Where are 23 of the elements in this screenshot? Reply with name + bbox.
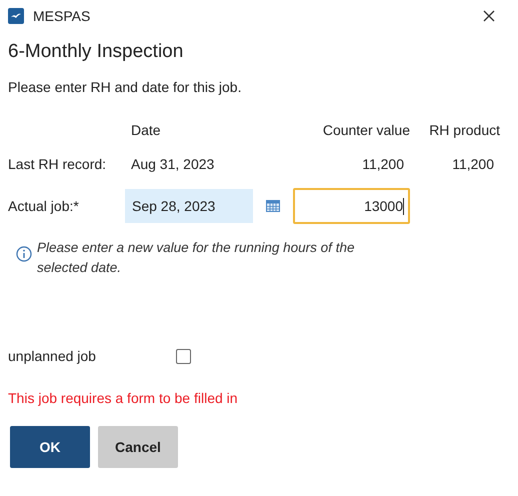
warning-text: This job requires a form to be filled in <box>8 390 239 406</box>
column-header: Date <box>130 121 162 140</box>
row-label: Actual job:* <box>8 197 80 216</box>
window-title: MESPAS <box>33 8 90 24</box>
close-icon[interactable] <box>483 10 495 22</box>
cancel-button[interactable]: Cancel <box>98 426 178 468</box>
unplanned-checkbox[interactable] <box>176 348 191 364</box>
row-label: Last RH record: <box>8 155 108 174</box>
rh-product-value: 11,200 <box>451 155 495 174</box>
info-text: Please enter a new value for the running hours of the selected date. <box>37 239 356 277</box>
date-field[interactable]: Sep 28, 2023 <box>125 189 253 223</box>
dialog-heading: 6-Monthly Inspection <box>8 41 184 63</box>
date-value: Aug 31, 2023 <box>130 155 216 174</box>
counter-value: 11,200 <box>361 155 405 174</box>
calendar-icon[interactable] <box>266 200 280 212</box>
column-header: RH product <box>428 121 500 140</box>
ok-button[interactable]: OK <box>10 426 90 468</box>
column-header: Counter value <box>322 121 410 140</box>
checkbox-label: unplanned job <box>8 348 97 364</box>
app-logo-icon <box>8 8 24 24</box>
instruction-text: Please enter RH and date for this job. <box>8 79 242 95</box>
counter-input-field[interactable]: 13000 <box>293 188 410 224</box>
info-icon <box>16 246 32 262</box>
